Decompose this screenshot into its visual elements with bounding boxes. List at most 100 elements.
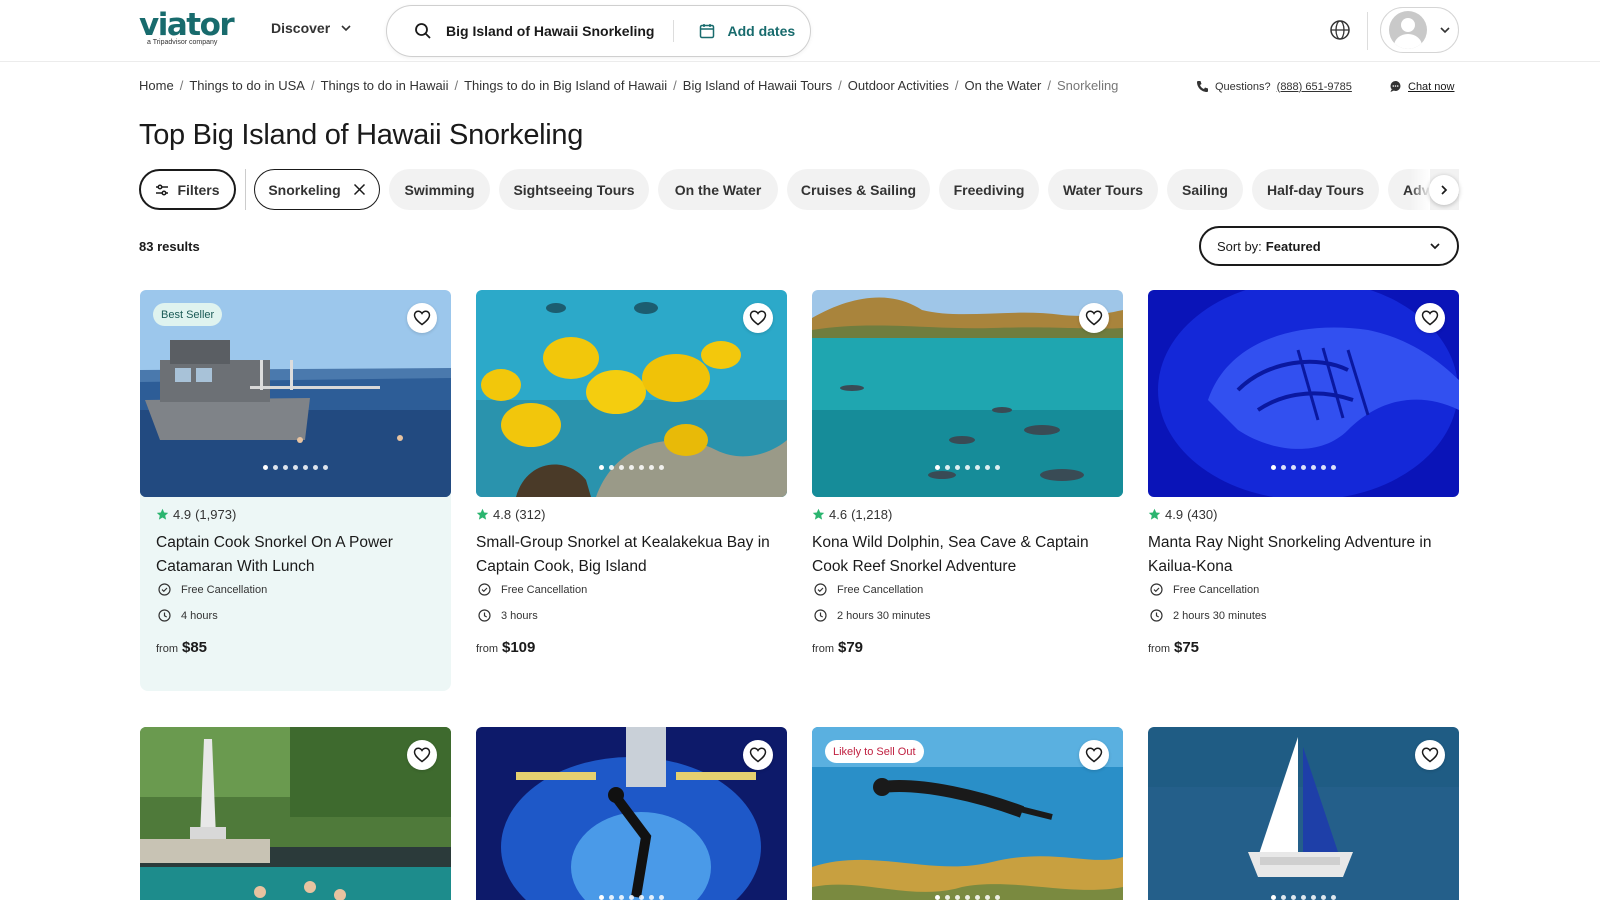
chip-cruises-sailing[interactable]: Cruises & Sailing bbox=[787, 169, 930, 210]
image-carousel-dots[interactable] bbox=[1148, 465, 1459, 470]
chat-now-label: Chat now bbox=[1408, 80, 1455, 93]
breadcrumb-link[interactable]: Home bbox=[139, 78, 174, 93]
heart-icon bbox=[413, 310, 431, 326]
cancellation-label: Free Cancellation bbox=[837, 583, 924, 596]
product-title[interactable]: Captain Cook Snorkel On A Power Catamara… bbox=[156, 531, 461, 579]
image-carousel-dots[interactable] bbox=[140, 465, 451, 470]
chip-snorkeling-active[interactable]: Snorkeling bbox=[254, 169, 380, 210]
product-image[interactable] bbox=[812, 290, 1123, 497]
wishlist-button[interactable] bbox=[407, 303, 437, 333]
add-dates-button[interactable]: Add dates bbox=[727, 23, 795, 39]
wishlist-button[interactable] bbox=[1079, 303, 1109, 333]
clock-icon bbox=[158, 609, 171, 622]
product-image[interactable]: Likely to Sell Out bbox=[812, 727, 1123, 900]
chips-scroll-next-button[interactable] bbox=[1429, 175, 1459, 205]
product-price: from $85 bbox=[156, 639, 207, 656]
chip-sightseeing-tours[interactable]: Sightseeing Tours bbox=[499, 169, 649, 210]
wishlist-button[interactable] bbox=[407, 740, 437, 770]
product-price: from $79 bbox=[812, 639, 863, 656]
account-menu[interactable] bbox=[1380, 7, 1459, 53]
search-bar[interactable]: Big Island of Hawaii Snorkeling Add date… bbox=[386, 5, 811, 57]
viator-logo[interactable]: viator a Tripadvisor company bbox=[139, 10, 243, 50]
product-card[interactable] bbox=[140, 727, 451, 900]
filter-sliders-icon bbox=[156, 183, 169, 196]
chip-half-day-tours[interactable]: Half-day Tours bbox=[1252, 169, 1379, 210]
chip-on-the-water[interactable]: On the Water bbox=[658, 169, 778, 210]
duration: 2 hours 30 minutes bbox=[1150, 609, 1267, 622]
product-title[interactable]: Small-Group Snorkel at Kealakekua Bay in… bbox=[476, 531, 781, 579]
chip-water-tours[interactable]: Water Tours bbox=[1048, 169, 1158, 210]
product-title[interactable]: Manta Ray Night Snorkeling Adventure in … bbox=[1148, 531, 1453, 579]
duration-label: 3 hours bbox=[501, 609, 538, 622]
filters-button[interactable]: Filters bbox=[139, 169, 236, 210]
wishlist-button[interactable] bbox=[1079, 740, 1109, 770]
wishlist-button[interactable] bbox=[1415, 303, 1445, 333]
heart-icon bbox=[1421, 747, 1439, 763]
product-image[interactable] bbox=[140, 727, 451, 900]
cancellation-label: Free Cancellation bbox=[181, 583, 268, 596]
product-card[interactable]: 4.8 (312) Small-Group Snorkel at Kealake… bbox=[476, 290, 787, 691]
globe-icon[interactable] bbox=[1329, 19, 1351, 41]
star-icon bbox=[156, 508, 169, 520]
logo-wordmark: viator bbox=[139, 7, 235, 43]
cancellation-label: Free Cancellation bbox=[501, 583, 588, 596]
product-card[interactable] bbox=[1148, 727, 1459, 900]
image-carousel-dots[interactable] bbox=[476, 895, 787, 900]
product-image[interactable]: Best Seller bbox=[140, 290, 451, 497]
image-carousel-dots[interactable] bbox=[1148, 895, 1459, 900]
product-card[interactable]: 4.6 (1,218) Kona Wild Dolphin, Sea Cave … bbox=[812, 290, 1123, 691]
star-icon bbox=[476, 508, 489, 520]
product-card[interactable] bbox=[476, 727, 787, 900]
duration-label: 2 hours 30 minutes bbox=[1173, 609, 1267, 622]
discover-menu[interactable]: Discover bbox=[271, 20, 352, 36]
monument-photo bbox=[140, 727, 451, 900]
breadcrumb-link[interactable]: Outdoor Activities bbox=[848, 78, 949, 93]
product-image[interactable] bbox=[476, 290, 787, 497]
product-image[interactable] bbox=[476, 727, 787, 900]
breadcrumb-link[interactable]: Big Island of Hawaii Tours bbox=[683, 78, 832, 93]
breadcrumb-link[interactable]: On the Water bbox=[965, 78, 1042, 93]
chat-now-link[interactable]: Chat now bbox=[1389, 80, 1454, 93]
night-snorkel-photo bbox=[476, 727, 787, 900]
chat-icon bbox=[1390, 81, 1401, 92]
close-icon[interactable] bbox=[353, 183, 366, 196]
review-count: (1,973) bbox=[195, 507, 237, 522]
search-input[interactable]: Big Island of Hawaii Snorkeling bbox=[446, 23, 654, 39]
price-from-label: from bbox=[476, 643, 498, 655]
product-card[interactable]: Best Seller 4.9 (1,973) Captain Cook Sno… bbox=[140, 290, 451, 691]
price-from-label: from bbox=[1148, 643, 1170, 655]
phone-link[interactable]: (888) 651-9785 bbox=[1277, 81, 1352, 93]
breadcrumb-link[interactable]: Things to do in Hawaii bbox=[321, 78, 449, 93]
image-carousel-dots[interactable] bbox=[812, 895, 1123, 900]
free-cancellation: Free Cancellation bbox=[814, 583, 923, 596]
chip-swimming[interactable]: Swimming bbox=[389, 169, 490, 210]
product-title[interactable]: Kona Wild Dolphin, Sea Cave & Captain Co… bbox=[812, 531, 1117, 579]
heart-icon bbox=[749, 310, 767, 326]
product-price: from $75 bbox=[1148, 639, 1199, 656]
heart-icon bbox=[1421, 310, 1439, 326]
best-seller-badge: Best Seller bbox=[153, 303, 223, 326]
clock-icon bbox=[478, 609, 491, 622]
check-circle-icon bbox=[478, 583, 491, 596]
product-image[interactable] bbox=[1148, 727, 1459, 900]
image-carousel-dots[interactable] bbox=[812, 465, 1123, 470]
breadcrumb-link[interactable]: Things to do in Big Island of Hawaii bbox=[464, 78, 667, 93]
breadcrumb-link[interactable]: Things to do in USA bbox=[189, 78, 305, 93]
free-cancellation: Free Cancellation bbox=[478, 583, 587, 596]
product-card[interactable]: Likely to Sell Out bbox=[812, 727, 1123, 900]
wishlist-button[interactable] bbox=[1415, 740, 1445, 770]
product-image[interactable] bbox=[1148, 290, 1459, 497]
search-divider bbox=[673, 20, 675, 42]
rating-value: 4.8 bbox=[493, 507, 512, 522]
wishlist-button[interactable] bbox=[743, 740, 773, 770]
sort-label: Sort by: bbox=[1217, 238, 1262, 254]
avatar bbox=[1389, 11, 1427, 49]
image-carousel-dots[interactable] bbox=[476, 465, 787, 470]
sort-dropdown[interactable]: Sort by: Featured bbox=[1199, 226, 1459, 266]
wishlist-button[interactable] bbox=[743, 303, 773, 333]
free-cancellation: Free Cancellation bbox=[1150, 583, 1259, 596]
product-card[interactable]: 4.9 (430) Manta Ray Night Snorkeling Adv… bbox=[1148, 290, 1459, 691]
star-icon bbox=[1148, 508, 1161, 520]
chip-freediving[interactable]: Freediving bbox=[939, 169, 1039, 210]
chip-sailing[interactable]: Sailing bbox=[1167, 169, 1243, 210]
